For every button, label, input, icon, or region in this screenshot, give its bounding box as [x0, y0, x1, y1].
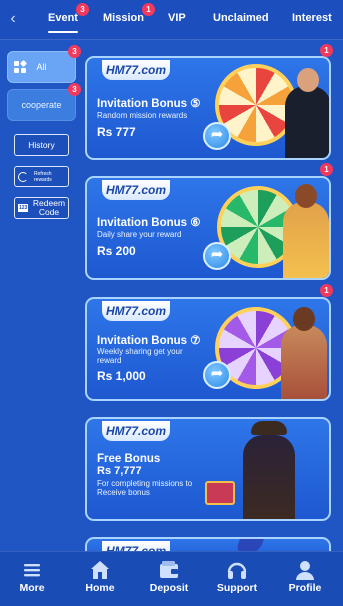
card-subtitle: For completing missions to Receive bonus	[97, 479, 193, 497]
card-amount: Rs 200	[97, 244, 136, 258]
refresh-rewards-button[interactable]: Refresh rewards	[14, 166, 69, 187]
nav-profile[interactable]: Profile	[275, 558, 335, 594]
card-subtitle: Daily share your reward	[97, 230, 182, 239]
nav-support[interactable]: Support	[207, 558, 267, 594]
grid-icon	[14, 59, 28, 74]
tab-event[interactable]: Event 3	[48, 3, 89, 33]
tab-mission[interactable]: Mission 1	[103, 3, 155, 24]
go-arrow-button[interactable]: ➦	[203, 122, 231, 150]
hm77-logo: HM77.com	[102, 180, 170, 200]
bottom-navigation: More Home Deposit Support Profile	[0, 551, 343, 606]
category-cooperate-button[interactable]: cooperate 3	[7, 83, 81, 121]
tab-badge: 3	[75, 3, 89, 16]
card-badge: 1	[320, 163, 333, 176]
nav-label: Home	[85, 582, 115, 594]
tab-label: Interest	[292, 12, 332, 24]
redeem-code-label: Redeem Code	[32, 198, 66, 217]
card-subtitle: Random mission rewards	[97, 111, 188, 120]
top-tab-bar: ‹ Event 3 Mission 1 VIP Unclaimed Intere…	[0, 0, 343, 40]
cowboy-character-image	[243, 421, 295, 519]
card-title: Invitation Bonus ⑦	[97, 335, 201, 347]
woman-character-image	[283, 184, 329, 278]
nav-label: Support	[216, 582, 258, 594]
history-button[interactable]: History	[14, 134, 69, 156]
category-all-badge: 3	[68, 45, 81, 58]
agent-character-image	[285, 68, 329, 158]
hm77-logo: HM77.com	[102, 60, 170, 80]
card-subtitle: Weekly sharing get your reward	[97, 347, 183, 365]
card-badge: 1	[320, 284, 333, 297]
go-arrow-button[interactable]: ➦	[203, 361, 231, 389]
fighter-character-image	[281, 307, 327, 399]
menu-icon	[20, 558, 44, 582]
code-icon: 123	[18, 204, 28, 212]
card-badge: 1	[320, 44, 333, 57]
category-cooperate-label: cooperate	[21, 100, 62, 110]
redeem-code-button[interactable]: 123 Redeem Code	[14, 197, 69, 219]
event-card-invitation-bonus-6[interactable]: HM77.com Invitation Bonus ⑥ Daily share …	[85, 176, 331, 280]
history-label: History	[28, 140, 55, 150]
category-cooperate-badge: 3	[68, 83, 81, 96]
card-title: Invitation Bonus ⑤	[97, 98, 201, 110]
tab-label: VIP	[168, 12, 186, 24]
nav-more[interactable]: More	[2, 558, 62, 594]
card-title: Free Bonus	[97, 453, 161, 465]
tab-badge: 1	[141, 3, 155, 16]
event-card-free-bonus[interactable]: HM77.com Free Bonus Rs 7,777 For complet…	[85, 417, 331, 521]
home-icon	[88, 558, 112, 582]
user-icon	[293, 558, 317, 582]
card-title: Invitation Bonus ⑥	[97, 217, 201, 229]
tab-interest[interactable]: Interest	[292, 12, 332, 24]
nav-label: More	[19, 582, 45, 594]
tab-unclaimed[interactable]: Unclaimed	[213, 12, 269, 24]
back-arrow-icon[interactable]: ‹	[6, 10, 20, 28]
refresh-rewards-label: Refresh rewards	[34, 170, 52, 183]
tab-label: Unclaimed	[213, 12, 269, 24]
category-all-label: All	[36, 62, 47, 72]
hm77-logo: HM77.com	[102, 421, 170, 441]
nav-home[interactable]: Home	[70, 558, 130, 594]
tab-label: Event	[48, 12, 78, 24]
nav-label: Deposit	[149, 582, 189, 594]
card-amount: Rs 7,777	[97, 465, 142, 477]
tab-vip[interactable]: VIP	[168, 12, 186, 24]
card-amount: Rs 1,000	[97, 369, 146, 383]
headset-icon	[225, 558, 249, 582]
refresh-icon	[18, 171, 28, 182]
go-arrow-button[interactable]: ➦	[203, 242, 231, 270]
nav-label: Profile	[288, 582, 322, 594]
tab-label: Mission	[103, 12, 144, 24]
hm77-logo: HM77.com	[102, 301, 170, 321]
treasure-chest-image	[205, 481, 235, 505]
card-amount: Rs 777	[97, 125, 136, 139]
event-card-invitation-bonus-7[interactable]: HM77.com Invitation Bonus ⑦ Weekly shari…	[85, 297, 331, 401]
event-card-invitation-bonus-5[interactable]: HM77.com Invitation Bonus ⑤ Random missi…	[85, 56, 331, 160]
wallet-icon	[157, 558, 181, 582]
category-all-button[interactable]: All 3	[7, 45, 81, 83]
nav-deposit[interactable]: Deposit	[139, 558, 199, 594]
